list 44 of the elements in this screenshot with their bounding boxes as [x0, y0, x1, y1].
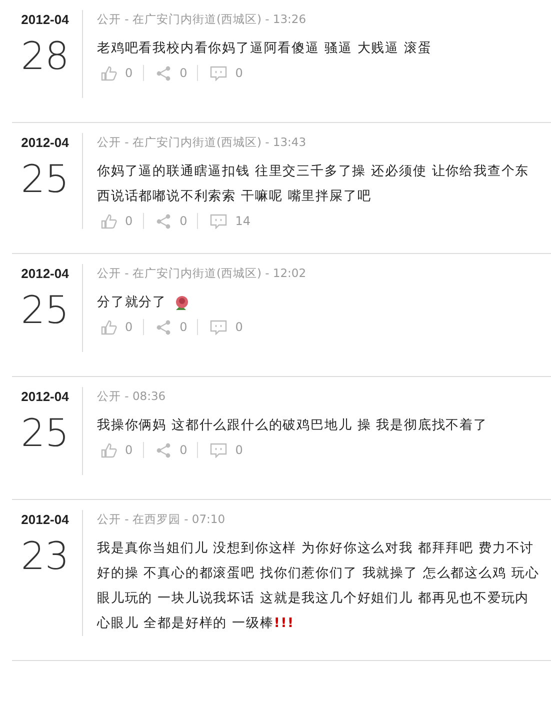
like-button[interactable]: 0: [97, 214, 143, 228]
post-meta: 公开 - 在广安门内街道(西城区) - 12:02: [97, 266, 308, 281]
post-month: 2012-04: [21, 135, 69, 150]
like-button[interactable]: 0: [97, 320, 143, 334]
post-meta: 公开 - 在广安门内街道(西城区) - 13:26: [97, 12, 308, 27]
post-day: 25: [20, 291, 70, 329]
post-text: 老鸡吧看我校内看你妈了逼阿看傻逼 骚逼 大贱逼 滚蛋: [97, 40, 432, 58]
like-button[interactable]: 0: [97, 66, 143, 80]
post-month: 2012-04: [21, 266, 69, 281]
post-month: 2012-04: [21, 512, 69, 527]
thumbs-up-icon: [101, 442, 117, 458]
share-icon: [156, 214, 172, 228]
post-text: 我操你俩妈 这都什么跟什么的破鸡巴地儿 操 我是彻底找不着了: [97, 417, 488, 435]
share-button[interactable]: 0: [152, 66, 198, 80]
share-button[interactable]: 0: [152, 320, 198, 334]
post-day: 25: [20, 160, 70, 198]
comment-button[interactable]: 0: [206, 442, 253, 458]
post-text: 分了就分了: [97, 294, 166, 312]
post-month: 2012-04: [21, 389, 69, 404]
thumbs-up-icon: [101, 214, 117, 228]
post-text: 我是真你当姐们儿 没想到你这样 为你好你这么对我 都拜拜吧 费力不讨好的操 不真心的都滚蛋吧 找你们惹你们了 我就操了 怎么都这么鸡 玩心眼儿玩的 一块儿说我坏话 这就是我这几个好姐们儿 都再见也不爱玩内心眼儿 全都是好样的 一级棒!!!: [97, 540, 540, 633]
comment-button[interactable]: 0: [206, 320, 253, 334]
comment-icon: [210, 442, 228, 458]
post-text: 你妈了逼的联通瞎逼扣钱 往里交三千多了操 还必须使 让你给我查个东西说话都嘟说不利索索 干嘛呢 嘴里拌屎了吧: [97, 163, 530, 206]
post-month: 2012-04: [21, 12, 69, 27]
post-day: 28: [20, 37, 70, 75]
comment-icon: [210, 66, 228, 80]
post-meta: 公开 - 在广安门内街道(西城区) - 13:43: [97, 135, 308, 150]
post-day: 23: [20, 537, 70, 575]
comment-icon: [210, 320, 228, 334]
thumbs-up-icon: [101, 66, 117, 80]
thumbs-up-icon: [101, 320, 117, 334]
share-icon: [156, 442, 172, 458]
like-button[interactable]: 0: [97, 442, 143, 458]
share-icon: [156, 66, 172, 80]
comment-icon: [210, 214, 228, 228]
share-button[interactable]: 0: [152, 442, 198, 458]
post-day: 25: [20, 414, 70, 452]
post-meta: 公开 - 在西罗园 - 07:10: [97, 512, 226, 527]
comment-button[interactable]: 14: [206, 214, 261, 228]
post-meta: 公开 - 08:36: [97, 389, 167, 404]
share-button[interactable]: 0: [152, 214, 198, 228]
comment-button[interactable]: 0: [206, 66, 253, 80]
share-icon: [156, 320, 172, 334]
